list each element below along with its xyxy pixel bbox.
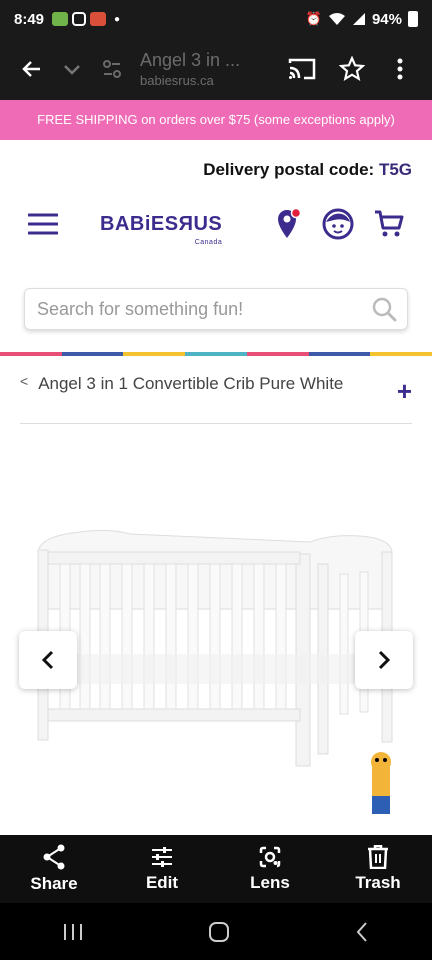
logo-subtext: Canada bbox=[194, 238, 223, 246]
search-input[interactable] bbox=[37, 298, 371, 320]
site-logo[interactable]: BABiESЯUS Canada bbox=[100, 212, 223, 246]
lens-label: Lens bbox=[250, 873, 290, 892]
breadcrumb-back[interactable]: < bbox=[20, 373, 28, 389]
more-notifications-icon: ● bbox=[114, 13, 121, 25]
battery-icon bbox=[408, 11, 418, 27]
lens-icon bbox=[259, 846, 281, 868]
product-title-row[interactable]: < Angel 3 in 1 Convertible Crib Pure Whi… bbox=[20, 370, 412, 424]
product-image-gallery bbox=[0, 424, 432, 814]
instagram-icon bbox=[72, 12, 87, 26]
sliders-icon bbox=[152, 847, 172, 867]
wifi-icon bbox=[328, 13, 345, 25]
search-icon[interactable] bbox=[371, 296, 397, 322]
back-button[interactable] bbox=[12, 49, 52, 89]
nav-back-icon[interactable] bbox=[354, 921, 370, 943]
tab-title: Angel 3 in ... bbox=[140, 50, 241, 70]
chevron-right-icon bbox=[378, 650, 391, 670]
product-title: Angel 3 in 1 Convertible Crib Pure White bbox=[38, 374, 344, 393]
postal-code: T5G bbox=[378, 160, 412, 179]
share-button[interactable]: Share bbox=[14, 844, 94, 894]
star-icon bbox=[339, 56, 365, 81]
account-icon[interactable] bbox=[322, 208, 354, 240]
signal-icon bbox=[352, 13, 365, 25]
expand-plus-icon[interactable]: + bbox=[397, 376, 412, 407]
battery-percent: 94% bbox=[371, 10, 402, 28]
rainbow-segment bbox=[308, 352, 371, 356]
address-bar[interactable]: Angel 3 in ... babiesrus.ca bbox=[132, 50, 282, 88]
trash-label: Trash bbox=[355, 873, 401, 892]
share-label: Share bbox=[30, 874, 78, 893]
postal-label: Delivery postal code: bbox=[203, 160, 375, 179]
browser-toolbar: Angel 3 in ... babiesrus.ca bbox=[0, 38, 432, 100]
trash-button[interactable]: Trash bbox=[338, 845, 418, 893]
cast-icon bbox=[288, 58, 316, 80]
rainbow-divider bbox=[0, 352, 432, 356]
rainbow-segment bbox=[0, 352, 62, 356]
rainbow-segment bbox=[370, 352, 432, 356]
store-locator-icon[interactable] bbox=[276, 208, 302, 240]
chevron-left-icon bbox=[41, 650, 54, 670]
tune-icon bbox=[103, 60, 121, 78]
cart-icon[interactable] bbox=[374, 210, 404, 238]
logo-text: BABiESЯUS bbox=[100, 212, 223, 235]
site-header: BABiESЯUS Canada bbox=[0, 196, 432, 252]
rainbow-segment bbox=[246, 352, 309, 356]
back-arrow-icon bbox=[22, 61, 40, 77]
android-nav-bar bbox=[0, 903, 432, 960]
chevron-down-icon bbox=[64, 65, 80, 75]
share-icon bbox=[43, 844, 65, 870]
bookmark-button[interactable] bbox=[332, 49, 372, 89]
collapse-button[interactable] bbox=[52, 49, 92, 89]
search-bar bbox=[24, 288, 408, 330]
promo-banner[interactable]: FREE SHIPPING on orders over $75 (some e… bbox=[0, 100, 432, 140]
web-page: FREE SHIPPING on orders over $75 (some e… bbox=[0, 100, 432, 835]
home-icon[interactable] bbox=[208, 921, 230, 943]
page-url: babiesrus.ca bbox=[140, 73, 214, 88]
trash-icon bbox=[368, 845, 388, 869]
site-settings-button[interactable] bbox=[92, 49, 132, 89]
more-vert-icon bbox=[397, 58, 403, 80]
lens-button[interactable]: Lens bbox=[230, 845, 310, 893]
hamburger-menu-icon[interactable] bbox=[28, 213, 58, 235]
postal-code-selector[interactable]: Delivery postal code: T5G bbox=[0, 140, 432, 196]
status-bar: 8:49 ● ⏰ 94% bbox=[0, 0, 432, 38]
cast-button[interactable] bbox=[282, 49, 322, 89]
edit-label: Edit bbox=[145, 873, 179, 892]
alarm-icon: ⏰ bbox=[305, 11, 322, 26]
rainbow-segment bbox=[61, 352, 124, 356]
edit-button[interactable]: Edit bbox=[122, 845, 202, 893]
image-action-bar: Share Edit Lens Trash bbox=[0, 835, 432, 903]
app-notification-icon bbox=[90, 12, 107, 26]
crib-image bbox=[0, 424, 432, 814]
gallery-next-button[interactable] bbox=[355, 631, 413, 689]
recent-apps-icon[interactable] bbox=[62, 922, 84, 942]
giraffe-mascot-icon bbox=[371, 752, 391, 814]
app-notification-icon bbox=[52, 12, 69, 26]
status-time: 8:49 bbox=[14, 10, 45, 28]
rainbow-segment bbox=[185, 352, 247, 356]
gallery-prev-button[interactable] bbox=[19, 631, 77, 689]
menu-button[interactable] bbox=[380, 49, 420, 89]
rainbow-segment bbox=[123, 352, 186, 356]
